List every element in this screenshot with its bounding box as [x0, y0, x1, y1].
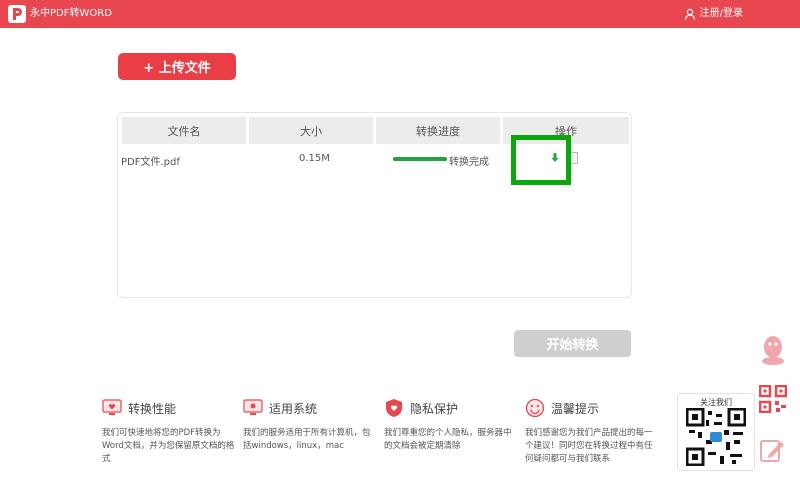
qr-code-card: 关注我们: [677, 393, 755, 471]
start-convert-button[interactable]: 开始转换: [514, 330, 631, 357]
progress-bar: [393, 157, 447, 161]
edit-feedback-icon[interactable]: [759, 436, 787, 464]
upload-file-button[interactable]: + 上传文件: [118, 53, 236, 80]
qr-label: 关注我们: [700, 398, 732, 407]
highlight-annotation: [511, 135, 571, 185]
feature-description: 我们可快速地将您的PDF转换为Word文档，并为您保留原文档的格式: [102, 428, 235, 464]
qr-code-image: [685, 407, 747, 467]
feature-title: 适用系统: [269, 401, 318, 416]
feature-title: 转换性能: [128, 401, 177, 416]
file-name: PDF文件.pdf: [121, 157, 180, 168]
feature-performance: 转换性能 我们可快速地将您的PDF转换为Word文档，并为您保留原文档的格式: [102, 397, 237, 466]
column-header-filename: 文件名: [122, 117, 246, 144]
shield-heart-icon: [386, 399, 402, 417]
smile-icon: [525, 398, 545, 418]
monitor-heart-icon: [102, 399, 122, 415]
feature-title: 隐私保护: [410, 401, 459, 416]
qr-code-icon[interactable]: [758, 384, 788, 414]
file-size: 0.15M: [299, 153, 330, 164]
app-logo-icon: [8, 5, 26, 23]
feature-description: 我们尊重您的个人隐私，服务器中的文档会被定期清除: [384, 428, 512, 451]
progress-fill: [393, 157, 447, 161]
top-bar: 永中PDF转WORD 注册/登录: [0, 0, 800, 28]
login-label: 注册/登录: [699, 8, 743, 19]
feature-description: 我们感谢您为我们产品提出的每一个建议！同时您在转换过程中有任何疑问都可与我们联系: [525, 428, 653, 464]
login-button[interactable]: 注册/登录: [684, 7, 743, 21]
feature-privacy: 隐私保护 我们尊重您的个人隐私，服务器中的文档会被定期清除: [384, 397, 519, 453]
monitor-system-icon: [243, 399, 263, 415]
feature-title: 温馨提示: [551, 401, 600, 416]
feature-tips: 温馨提示 我们感谢您为我们产品提出的每一个建议！同时您在转换过程中有任何疑问都可…: [525, 397, 660, 466]
conversion-status: 转换完成: [449, 157, 489, 168]
feature-system: 适用系统 我们的服务适用于所有计算机，包括windows，linux，mac: [243, 397, 378, 453]
feature-description: 我们的服务适用于所有计算机，包括windows，linux，mac: [243, 428, 371, 451]
app-title: 永中PDF转WORD: [30, 8, 112, 19]
user-icon: [684, 8, 695, 20]
column-header-progress: 转换进度: [376, 117, 500, 144]
column-header-size: 大小: [249, 117, 373, 144]
qq-icon[interactable]: [758, 333, 788, 367]
